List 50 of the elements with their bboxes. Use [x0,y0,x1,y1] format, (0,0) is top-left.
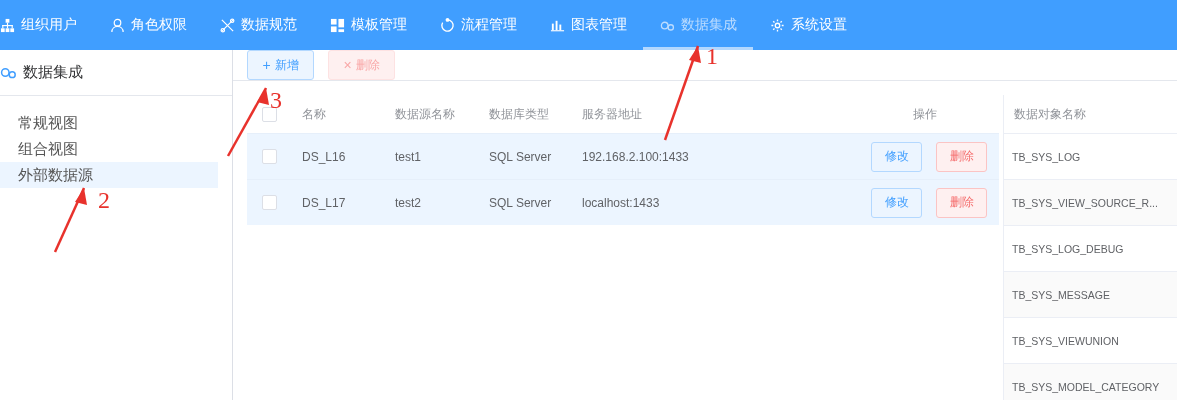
object-name[interactable]: TB_SYS_MESSAGE [1012,288,1111,301]
object-name[interactable]: TB_SYS_LOG [1012,150,1081,163]
nav-tab[interactable]: 数据规范 [203,0,313,50]
table-cell: SQL Server [489,149,552,164]
column-header: 数据源名称 [395,106,455,121]
nav-tab[interactable]: 模板管理 [313,0,423,50]
delete-button[interactable]: 删除 [936,187,987,218]
annotation-arrow [53,187,87,253]
delete-button[interactable]: 删除 [936,141,987,172]
user-icon [110,17,125,33]
nav-tab[interactable]: 图表管理 [533,0,643,50]
sidebar-title: 数据集成 [23,63,83,82]
grid-icon [330,17,345,33]
table-cell: SQL Server [489,195,552,210]
table-cell: 192.168.2.100:1433 [582,149,689,164]
add-button[interactable]: + 新增 [247,50,314,80]
nav-tab[interactable]: 系统设置 [753,0,863,50]
column-header: 名称 [302,106,326,121]
nav-tab[interactable]: 流程管理 [423,0,533,50]
tools-icon [220,17,235,33]
annotation-number: 2 [98,187,110,213]
column-header: 数据对象名称 [1014,105,1086,123]
object-name[interactable]: TB_SYS_VIEWUNION [1012,334,1119,347]
sidebar-item[interactable]: 组合视图 [0,136,218,162]
row-checkbox[interactable] [262,149,277,164]
table-cell: DS_L16 [302,149,346,164]
annotation-number: 3 [270,87,282,113]
sidebar-item[interactable]: 外部数据源 [0,162,218,188]
annotation-arrow [226,87,269,157]
table-row[interactable]: DS_L16 test1 SQL Server 192.168.2.100:1433 修改 删除 [247,133,999,179]
table-cell: test1 [395,149,421,164]
column-header: 服务器地址 [582,106,642,121]
edit-button[interactable]: 修改 [871,187,922,218]
gear-icon [770,17,785,33]
nav-tab[interactable]: 角色权限 [93,0,203,50]
table-cell: DS_L17 [302,195,346,210]
edit-button[interactable]: 修改 [871,141,922,172]
nav-tab[interactable]: 数据集成 [643,0,753,50]
cycle-icon [440,17,455,33]
select-all-checkbox[interactable] [262,106,277,122]
sidebar-item[interactable]: 常规视图 [0,110,218,136]
column-header: 操作 [912,106,937,121]
object-name[interactable]: TB_SYS_LOG_DEBUG [1012,242,1124,255]
nav-tab[interactable]: 组织用户 [0,0,93,50]
hierarchy-icon [0,17,15,33]
table-row[interactable]: DS_L17 test2 SQL Server localhost:1433 修改 删除 [247,179,999,225]
column-header: 数据库类型 [489,106,549,121]
table-cell: test2 [395,195,421,210]
row-checkbox[interactable] [262,195,277,210]
table-cell: localhost:1433 [582,195,660,210]
